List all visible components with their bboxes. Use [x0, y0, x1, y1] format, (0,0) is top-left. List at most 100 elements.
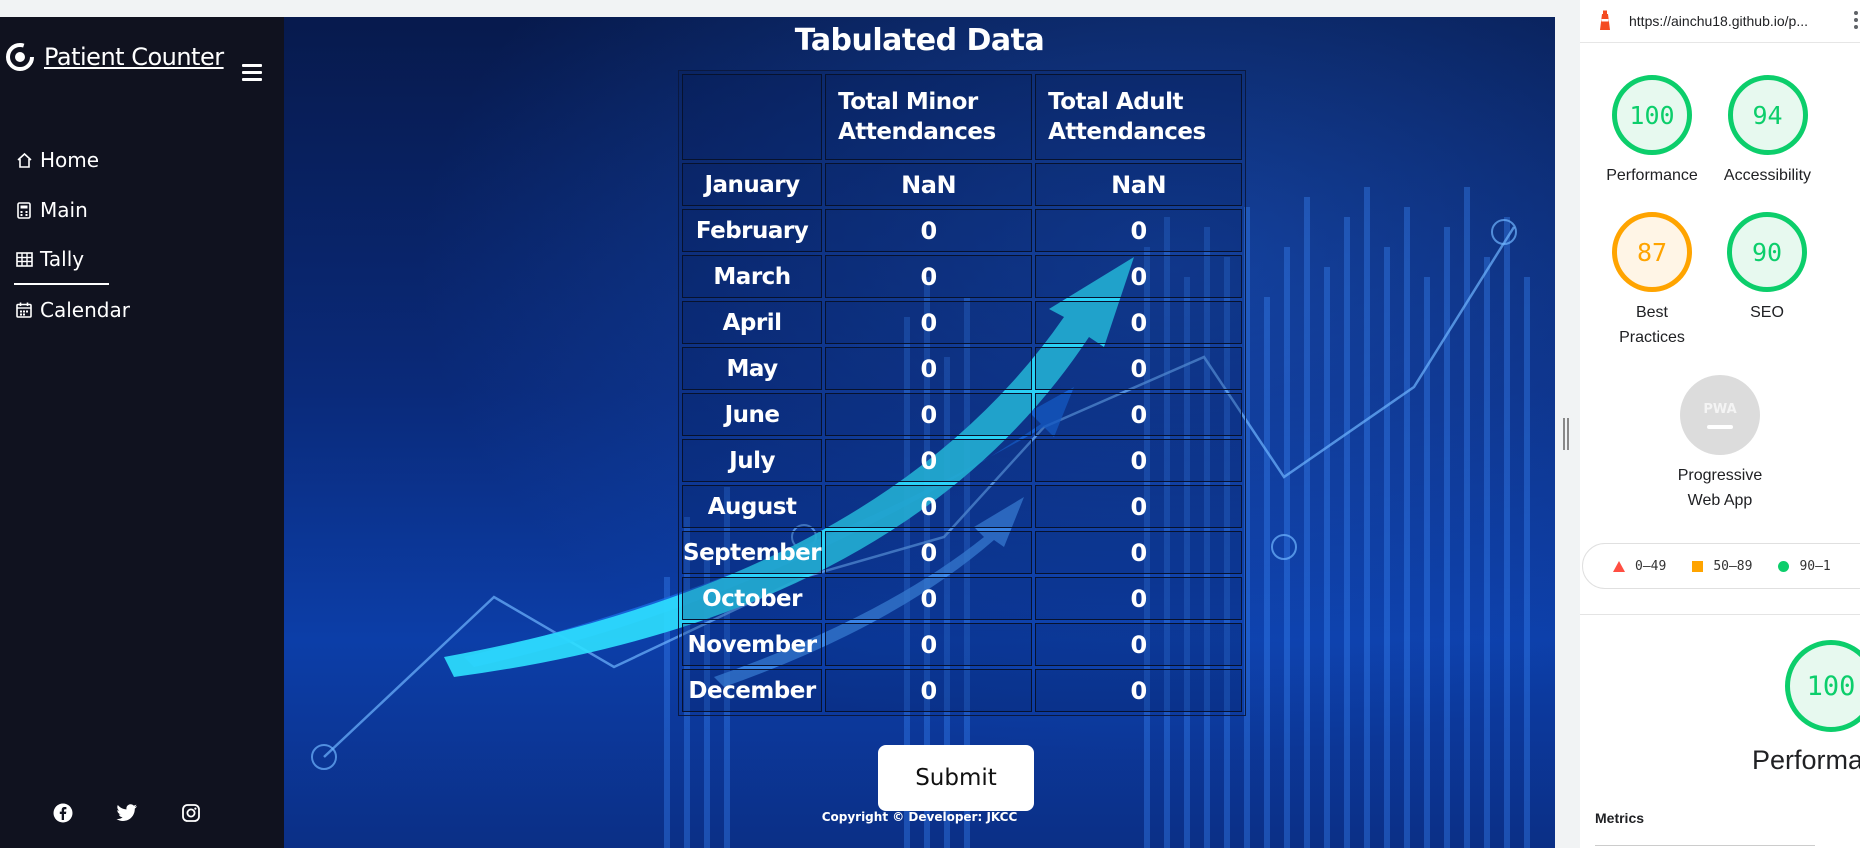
adult-count-cell: 0: [1035, 669, 1243, 712]
gauge-seo[interactable]: 90 SEO: [1717, 212, 1817, 325]
score-ring: 94: [1727, 75, 1808, 155]
table-icon: [14, 249, 34, 269]
calendar-icon: [14, 300, 34, 320]
more-options-icon[interactable]: [1854, 11, 1860, 32]
minor-count-cell: 0: [825, 669, 1033, 712]
divider: [1580, 614, 1860, 615]
gauge-pwa[interactable]: PWA Progressive Web App: [1670, 375, 1770, 513]
browser-top-strip: [0, 0, 1555, 17]
month-cell: April: [682, 301, 823, 344]
twitter-icon[interactable]: [116, 802, 138, 824]
gauge-best-practices[interactable]: 87 Best Practices: [1602, 212, 1702, 350]
table-row: May 0 0: [682, 347, 1243, 390]
minor-count-cell: 0: [825, 623, 1033, 666]
column-header-month: [682, 74, 823, 160]
adult-count-cell: 0: [1035, 209, 1243, 252]
table-row: February 0 0: [682, 209, 1243, 252]
gauge-label: Progressive Web App: [1677, 467, 1763, 509]
page-title: Tabulated Data: [794, 23, 1045, 58]
score-ring: 90: [1727, 212, 1807, 292]
month-cell: July: [682, 439, 823, 482]
month-cell: February: [682, 209, 823, 252]
gauge-label: SEO: [1750, 304, 1784, 321]
legend-range: 0–49: [1635, 558, 1667, 574]
copyright-text: Copyright © Developer: JKCC: [821, 810, 1018, 824]
gauge-performance[interactable]: 100 Performance: [1602, 75, 1702, 188]
month-cell: June: [682, 393, 823, 436]
sidebar-item-label: Home: [40, 148, 100, 172]
minor-count-cell: 0: [825, 255, 1033, 298]
pwa-dash-icon: [1707, 424, 1733, 429]
divider: [1595, 845, 1815, 846]
metrics-heading: Metrics: [1595, 810, 1645, 826]
month-cell: September: [682, 531, 823, 574]
minor-count-cell: 0: [825, 301, 1033, 344]
legend-range: 50–89: [1713, 558, 1753, 574]
main-content: Tabulated Data Total Minor Attendances T…: [284, 17, 1555, 848]
submit-button[interactable]: Submit: [878, 745, 1034, 811]
circle-icon: [1778, 560, 1790, 572]
month-cell: March: [682, 255, 823, 298]
sidebar-item-label: Calendar: [40, 298, 130, 322]
app-window: Patient Counter Home Main Tally Calendar…: [0, 17, 1555, 848]
sidebar-item-label: Main: [40, 198, 88, 222]
sidebar-item-calendar[interactable]: Calendar: [14, 285, 274, 335]
sidebar: Patient Counter Home Main Tally Calendar: [0, 17, 284, 848]
table-row: September 0 0: [682, 531, 1243, 574]
tally-panel: Tabulated Data Total Minor Attendances T…: [284, 17, 1555, 848]
minor-count-cell: NaN: [825, 163, 1033, 206]
brand-name[interactable]: Patient Counter: [44, 43, 224, 71]
sidebar-item-tally[interactable]: Tally: [14, 235, 109, 285]
sidebar-item-home[interactable]: Home: [14, 135, 274, 185]
triangle-icon: [1613, 560, 1625, 572]
adult-count-cell: 0: [1035, 301, 1243, 344]
adult-count-cell: 0: [1035, 439, 1243, 482]
score-ring: 87: [1612, 212, 1692, 292]
gauge-accessibility[interactable]: 94 Accessibility: [1710, 75, 1825, 188]
legend-average: 50–89: [1692, 559, 1752, 574]
adult-count-cell: 0: [1035, 255, 1243, 298]
hamburger-menu-icon[interactable]: [242, 64, 262, 85]
instagram-icon[interactable]: [180, 802, 202, 824]
devtools-splitter[interactable]: [1555, 0, 1580, 848]
table-row: November 0 0: [682, 623, 1243, 666]
gauge-label: Best Practices: [1619, 304, 1685, 346]
facebook-icon[interactable]: [52, 802, 74, 824]
score-legend: 0–49 50–89 90–1: [1582, 543, 1860, 589]
minor-count-cell: 0: [825, 393, 1033, 436]
lighthouse-panel: https://ainchu18.github.io/p... 100 Perf…: [1580, 0, 1860, 848]
adult-count-cell: 0: [1035, 531, 1243, 574]
adult-count-cell: 0: [1035, 577, 1243, 620]
brand[interactable]: Patient Counter: [4, 41, 224, 73]
month-cell: May: [682, 347, 823, 390]
table-row: July 0 0: [682, 439, 1243, 482]
adult-count-cell: NaN: [1035, 163, 1243, 206]
table-row: October 0 0: [682, 577, 1243, 620]
legend-fail: 0–49: [1613, 559, 1666, 574]
square-icon: [1692, 560, 1704, 572]
minor-count-cell: 0: [825, 347, 1033, 390]
adult-count-cell: 0: [1035, 347, 1243, 390]
minor-count-cell: 0: [825, 577, 1033, 620]
drag-handle-icon[interactable]: [1563, 418, 1569, 450]
tally-table: Total Minor Attendances Total Adult Atte…: [678, 70, 1247, 716]
minor-count-cell: 0: [825, 439, 1033, 482]
gauge-performance-large[interactable]: 100: [1785, 640, 1860, 732]
gauge-label: Accessibility: [1723, 167, 1812, 184]
month-cell: November: [682, 623, 823, 666]
legend-range: 90–1: [1799, 558, 1831, 574]
legend-pass: 90–1: [1778, 558, 1831, 574]
month-cell: August: [682, 485, 823, 528]
month-cell: December: [682, 669, 823, 712]
column-header-minor: Total Minor Attendances: [825, 74, 1033, 160]
sidebar-nav: Home Main Tally Calendar: [14, 135, 274, 335]
table-header-row: Total Minor Attendances Total Adult Atte…: [682, 74, 1243, 160]
adult-count-cell: 0: [1035, 393, 1243, 436]
sidebar-item-main[interactable]: Main: [14, 185, 274, 235]
table-row: April 0 0: [682, 301, 1243, 344]
pwa-badge-text: PWA: [1703, 401, 1737, 417]
audited-url: https://ainchu18.github.io/p...: [1629, 13, 1809, 29]
table-row: January NaN NaN: [682, 163, 1243, 206]
adult-count-cell: 0: [1035, 485, 1243, 528]
table-row: March 0 0: [682, 255, 1243, 298]
